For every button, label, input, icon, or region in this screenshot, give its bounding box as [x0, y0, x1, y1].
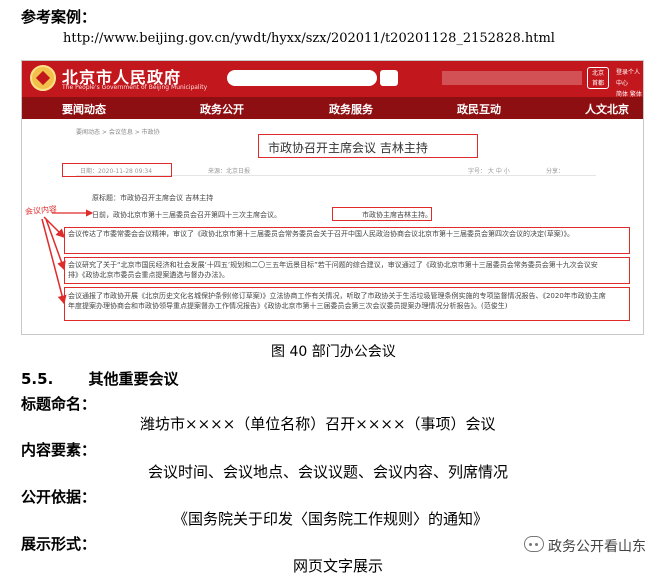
section-number: 5.5.: [21, 370, 54, 388]
item-value-content-elements: 会议时间、会议地点、会议议题、会议内容、列席情况: [148, 463, 509, 481]
section-heading: 5.5. 其他重要会议: [21, 368, 179, 389]
item-value-title-naming: 潍坊市××××（单位名称）召开××××（事项）会议: [140, 415, 496, 433]
wechat-icon: [524, 536, 544, 552]
wechat-watermark: 政务公开看山东: [524, 536, 646, 556]
watermark-text: 政务公开看山东: [548, 539, 646, 555]
item-label-display-form: 展示形式：: [21, 535, 97, 553]
annotation-arrows: [41, 209, 94, 305]
item-label-title-naming: 标题命名：: [21, 395, 97, 413]
reference-url[interactable]: http://www.beijing.gov.cn/ywdt/hyxx/szx/…: [63, 31, 555, 46]
section-title: 其他重要会议: [88, 370, 179, 388]
item-value-disclosure-basis: 《国务院关于印发〈国务院工作规则〉的通知》: [173, 510, 489, 528]
item-value-display-form: 网页文字展示: [293, 557, 384, 575]
reference-heading: 参考案例：: [21, 8, 97, 26]
item-label-content-elements: 内容要素：: [21, 441, 97, 459]
website-screenshot: 北京市人民政府 The People's Government of Beiji…: [21, 60, 644, 335]
figure-caption: 图 40 部门办公会议: [271, 344, 396, 360]
item-label-disclosure-basis: 公开依据：: [21, 488, 97, 506]
